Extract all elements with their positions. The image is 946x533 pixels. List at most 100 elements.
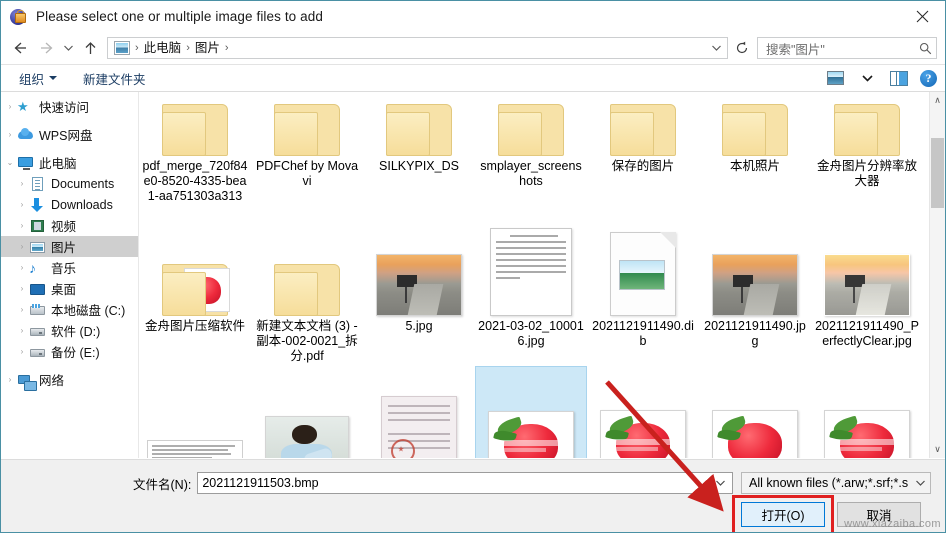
- file-item[interactable]: 2021121911492.jpg: [251, 366, 363, 458]
- file-list-pane[interactable]: pdf_merge_720f84e0-8520-4335-bea1-aa7513…: [139, 92, 945, 458]
- file-item[interactable]: 2021121911503.jpg: [699, 366, 811, 458]
- expand-chevron-icon[interactable]: ›: [15, 305, 29, 314]
- new-folder-button[interactable]: 新建文件夹: [83, 69, 146, 88]
- filetype-dropdown-button[interactable]: [915, 476, 926, 490]
- expand-chevron-icon[interactable]: ›: [3, 130, 17, 139]
- title-bar: Please select one or multiple image file…: [1, 1, 945, 32]
- sidebar-item-label: 此电脑: [39, 157, 77, 171]
- filename-input[interactable]: 2021121911503.bmp: [197, 472, 734, 494]
- sidebar-item-network[interactable]: › 网络: [1, 369, 138, 391]
- network-icon: [17, 372, 37, 391]
- forward-button[interactable]: [33, 35, 59, 61]
- sidebar-item-videos[interactable]: › 视频: [1, 215, 138, 236]
- expand-chevron-icon[interactable]: ›: [15, 200, 29, 209]
- recent-locations-button[interactable]: [59, 35, 77, 61]
- collapse-chevron-icon[interactable]: ⌄: [3, 158, 17, 167]
- expand-chevron-icon[interactable]: ›: [15, 263, 29, 272]
- sidebar-item-drive-e[interactable]: › 备份 (E:): [1, 341, 138, 362]
- sidebar-item-music[interactable]: › ♪ 音乐: [1, 257, 138, 278]
- file-item[interactable]: 保存的图片: [587, 92, 699, 206]
- expand-chevron-icon[interactable]: ›: [15, 242, 29, 251]
- sidebar-item-this-pc[interactable]: ⌄ 此电脑: [1, 152, 138, 173]
- file-item[interactable]: 2021121911490.jpg: [699, 206, 811, 366]
- view-mode-button[interactable]: [824, 68, 846, 88]
- file-item[interactable]: 2021121911490_PerfectlyClear.jpg: [811, 206, 923, 366]
- sidebar-item-local-disk-c[interactable]: › 本地磁盘 (C:): [1, 299, 138, 320]
- refresh-icon: [736, 41, 748, 54]
- sidebar-item-desktop[interactable]: › 桌面: [1, 278, 138, 299]
- sidebar-item-downloads[interactable]: › Downloads: [1, 194, 138, 215]
- preview-pane-button[interactable]: [888, 68, 910, 88]
- refresh-button[interactable]: [731, 37, 753, 59]
- sidebar-item-drive-d[interactable]: › 软件 (D:): [1, 320, 138, 341]
- file-item[interactable]: 金舟图片分辨率放大器: [811, 92, 923, 206]
- address-bar[interactable]: › 此电脑 › 图片 ›: [107, 37, 728, 59]
- filetype-select[interactable]: All known files (*.arw;*.srf;*.s: [741, 472, 931, 494]
- breadcrumb-item-pictures[interactable]: 图片: [192, 38, 223, 58]
- sidebar-item-label: 桌面: [51, 283, 77, 297]
- filename-dropdown-button[interactable]: [712, 473, 728, 493]
- folder-icon: [722, 104, 788, 156]
- file-item[interactable]: 2021121911501anjv.jpg: [363, 366, 475, 458]
- screenshot-text-thumbnail: [147, 440, 243, 458]
- file-name: 新建文本文档 (3) - 副本-002-0021_拆分.pdf: [256, 319, 358, 363]
- file-thumbnail: [703, 212, 807, 316]
- file-item[interactable]: SILKYPIX_DS: [363, 92, 475, 206]
- expand-chevron-icon[interactable]: ›: [15, 347, 29, 356]
- file-item[interactable]: 2021121911491.jpg: [139, 366, 251, 458]
- folder-icon: [386, 104, 452, 156]
- expand-chevron-icon[interactable]: ›: [15, 284, 29, 293]
- up-button[interactable]: [77, 35, 103, 61]
- chevron-down-icon: [916, 480, 925, 486]
- scrollbar-thumb[interactable]: [931, 138, 944, 208]
- file-thumbnail: [255, 92, 359, 156]
- file-item[interactable]: 2021121911490.dib: [587, 206, 699, 366]
- scroll-down-button[interactable]: ∨: [930, 441, 945, 458]
- folder-icon: [274, 104, 340, 156]
- expand-chevron-icon[interactable]: ›: [3, 102, 17, 111]
- file-item[interactable]: 2021-03-02_100016.jpg: [475, 206, 587, 366]
- file-item[interactable]: 本机照片: [699, 92, 811, 206]
- file-thumbnail: [591, 212, 695, 316]
- back-button[interactable]: [7, 35, 33, 61]
- sidebar-item-pictures[interactable]: › 图片: [1, 236, 138, 257]
- file-item[interactable]: PDFChef by Movavi: [251, 92, 363, 206]
- vertical-scrollbar[interactable]: ∧ ∨: [929, 92, 945, 458]
- sidebar-item-label: 备份 (E:): [51, 346, 100, 360]
- expand-chevron-icon[interactable]: ›: [3, 375, 17, 384]
- scroll-up-button[interactable]: ∧: [930, 92, 945, 109]
- expand-chevron-icon[interactable]: ›: [15, 179, 29, 188]
- file-thumbnail: [703, 92, 807, 156]
- search-input[interactable]: 搜索"图片": [757, 37, 937, 59]
- file-item[interactable]: 2021121911503.png: [811, 366, 923, 458]
- file-item-selected[interactable]: 2021121911503.bmp: [475, 366, 587, 458]
- breadcrumb-separator-2: ›: [224, 42, 229, 54]
- filename-value: 2021121911503.bmp: [202, 476, 319, 490]
- expand-chevron-icon[interactable]: ›: [15, 221, 29, 230]
- file-item[interactable]: 2021121911503.gif: [587, 366, 699, 458]
- close-icon: [916, 10, 928, 23]
- expand-chevron-icon[interactable]: ›: [15, 326, 29, 335]
- organize-button[interactable]: 组织: [19, 69, 58, 88]
- address-dropdown-button[interactable]: [707, 38, 725, 58]
- file-item[interactable]: 新建文本文档 (3) - 副本-002-0021_拆分.pdf: [251, 206, 363, 366]
- close-window-button[interactable]: [899, 1, 945, 32]
- help-button[interactable]: ?: [920, 69, 937, 87]
- file-item[interactable]: smplayer_screenshots: [475, 92, 587, 206]
- sidebar-item-documents[interactable]: › Documents: [1, 173, 138, 194]
- breadcrumb-item-this-pc[interactable]: 此电脑: [141, 38, 185, 58]
- file-item[interactable]: 金舟图片压缩软件: [139, 206, 251, 366]
- file-thumbnail: [479, 92, 583, 156]
- view-mode-dropdown-button[interactable]: [856, 68, 878, 88]
- open-button[interactable]: 打开(O): [741, 502, 825, 527]
- sidebar-item-quick-access[interactable]: › ★ 快速访问: [1, 96, 138, 117]
- arrow-up-icon: [85, 41, 95, 54]
- file-thumbnail: [591, 372, 695, 458]
- file-name: 2021121911490_PerfectlyClear.jpg: [815, 319, 919, 348]
- dib-file-thumbnail: [610, 232, 676, 316]
- file-thumbnail: [143, 92, 247, 156]
- drive-icon: [29, 323, 46, 339]
- file-item[interactable]: 5.jpg: [363, 206, 475, 366]
- sidebar-item-wps-cloud[interactable]: › WPS网盘: [1, 124, 138, 145]
- file-item[interactable]: pdf_merge_720f84e0-8520-4335-bea1-aa7513…: [139, 92, 251, 206]
